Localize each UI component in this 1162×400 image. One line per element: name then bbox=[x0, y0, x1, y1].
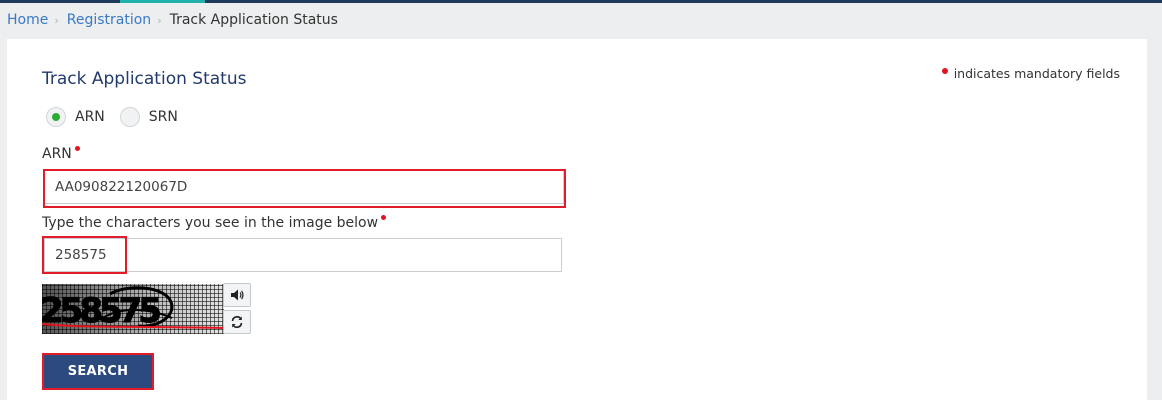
captcha-input[interactable] bbox=[44, 238, 562, 272]
search-button[interactable]: SEARCH bbox=[44, 355, 152, 388]
mandatory-note: indicates mandatory fields bbox=[941, 66, 1120, 81]
chevron-right-icon: › bbox=[54, 13, 59, 27]
required-dot-icon bbox=[941, 67, 948, 74]
chevron-right-icon: › bbox=[157, 13, 162, 27]
breadcrumb-current: Track Application Status bbox=[169, 12, 338, 28]
radio-arn[interactable] bbox=[46, 107, 66, 127]
required-dot-icon bbox=[74, 146, 80, 151]
refresh-icon bbox=[231, 316, 243, 328]
arn-label: ARN bbox=[42, 146, 80, 162]
captcha-image: 258575 bbox=[42, 284, 224, 334]
top-bar-accent bbox=[120, 0, 205, 3]
search-type-radio-group: ARN SRN bbox=[46, 107, 193, 127]
radio-srn-label[interactable]: SRN bbox=[149, 109, 178, 125]
form-panel: Track Application Status indicates manda… bbox=[7, 39, 1147, 400]
breadcrumb-registration[interactable]: Registration bbox=[67, 12, 151, 28]
top-bar bbox=[0, 0, 1162, 3]
arn-input[interactable] bbox=[44, 170, 564, 204]
mandatory-note-text: indicates mandatory fields bbox=[953, 66, 1120, 81]
captcha-label: Type the characters you see in the image… bbox=[42, 215, 387, 231]
speaker-icon bbox=[231, 289, 244, 301]
page-title: Track Application Status bbox=[42, 69, 247, 89]
radio-srn[interactable] bbox=[119, 107, 140, 127]
arn-label-text: ARN bbox=[42, 146, 72, 162]
breadcrumb: Home › Registration › Track Application … bbox=[7, 12, 338, 28]
captcha-label-text: Type the characters you see in the image… bbox=[42, 215, 379, 231]
breadcrumb-home[interactable]: Home bbox=[7, 12, 48, 28]
captcha-distortion: 258575 bbox=[42, 286, 224, 332]
captcha-refresh-button[interactable] bbox=[223, 310, 251, 334]
required-dot-icon bbox=[381, 215, 387, 220]
radio-arn-label[interactable]: ARN bbox=[75, 109, 105, 125]
captcha-audio-button[interactable] bbox=[223, 283, 251, 307]
